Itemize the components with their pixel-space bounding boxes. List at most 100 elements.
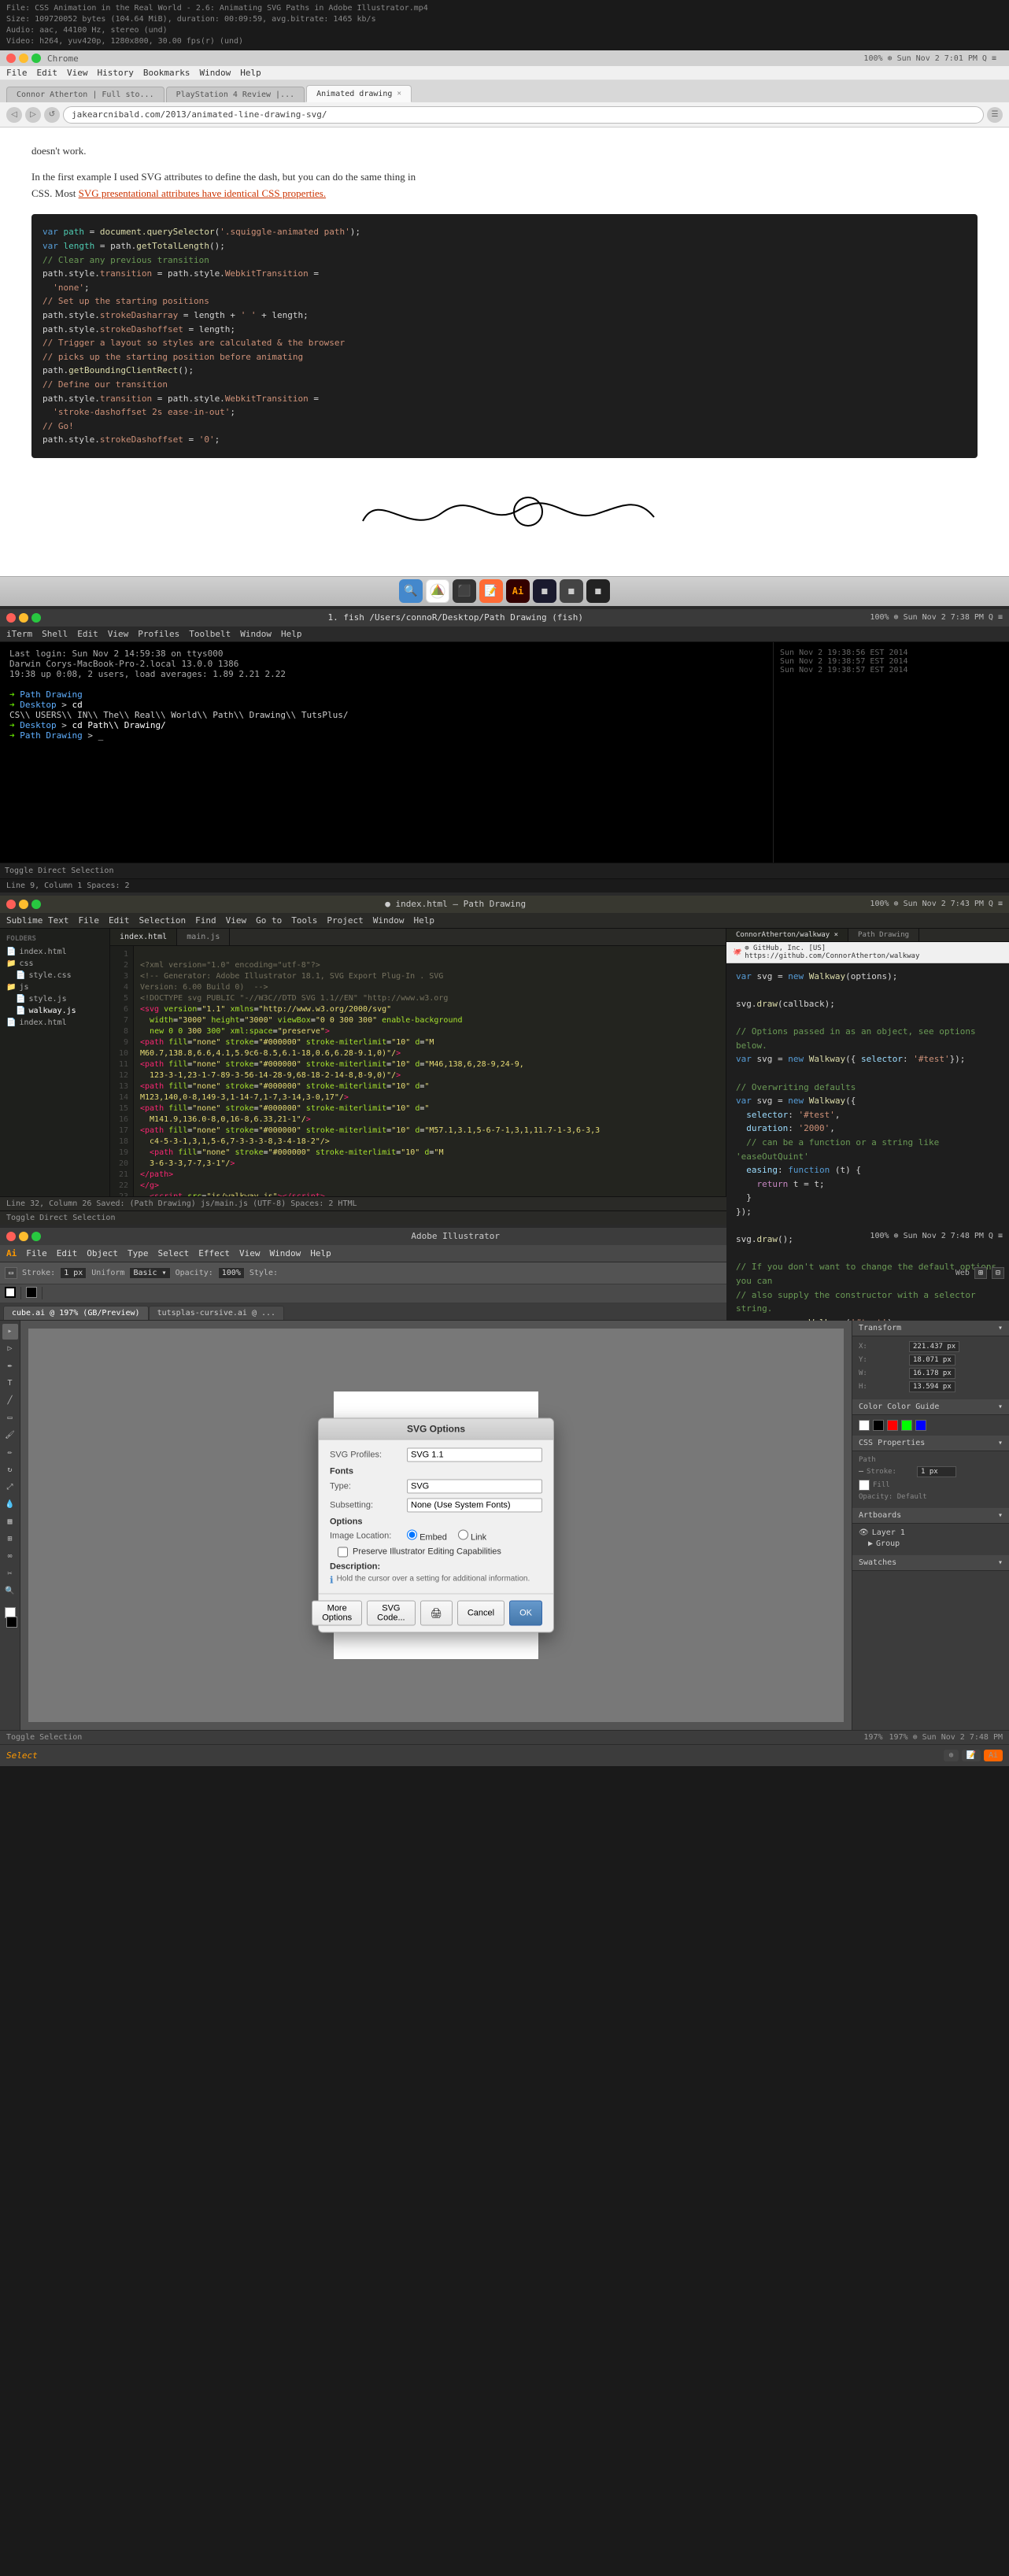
- tool-type[interactable]: T: [2, 1376, 18, 1391]
- iterm-menu-window[interactable]: Window: [240, 629, 272, 639]
- transform-toggle[interactable]: ⊞: [974, 1267, 987, 1279]
- menu-help[interactable]: Help: [413, 915, 434, 926]
- h-value[interactable]: 13.594 px: [909, 1381, 955, 1392]
- menu-window[interactable]: Window: [199, 68, 231, 78]
- more-options-button[interactable]: More Options: [312, 1600, 362, 1625]
- menu-ai-window[interactable]: Window: [270, 1248, 301, 1258]
- layer1-row[interactable]: 👁 Layer 1: [859, 1528, 1003, 1537]
- menu-ai-type[interactable]: Type: [128, 1248, 149, 1258]
- close-button[interactable]: [6, 54, 16, 63]
- menu-view[interactable]: View: [226, 915, 247, 926]
- appearance-collapse[interactable]: ▾: [998, 1439, 1003, 1447]
- sublime-toolbar-label[interactable]: Toggle Direct Selection: [6, 1214, 115, 1222]
- menu-ai-effect[interactable]: Effect: [198, 1248, 230, 1258]
- color-panel-collapse[interactable]: ▾: [998, 1403, 1003, 1411]
- ok-button[interactable]: OK: [509, 1600, 542, 1625]
- swatches-collapse[interactable]: ▾: [998, 1558, 1003, 1567]
- sidebar-item-style-css[interactable]: 📄 style.css: [0, 970, 109, 981]
- refresh-button[interactable]: ↺: [44, 107, 60, 123]
- iterm-menu-help[interactable]: Help: [281, 629, 302, 639]
- sublime-minimize-button[interactable]: [19, 900, 28, 909]
- menu-ai-help[interactable]: Help: [310, 1248, 331, 1258]
- dock-icon-misc1[interactable]: ◼: [533, 579, 556, 603]
- svg-link[interactable]: SVG presentational attributes have ident…: [79, 187, 326, 199]
- fill-color-indicator[interactable]: [5, 1287, 16, 1300]
- tool-select[interactable]: ▸: [2, 1324, 18, 1340]
- tool-pencil[interactable]: ✏: [2, 1445, 18, 1461]
- address-bar[interactable]: jakearcnibald.com/2013/animated-line-dra…: [63, 106, 984, 124]
- right-tab-path-drawing[interactable]: Path Drawing: [848, 929, 919, 941]
- tool-rotate[interactable]: ↻: [2, 1462, 18, 1478]
- layers-collapse[interactable]: ▾: [998, 1511, 1003, 1520]
- ai-doc-tab-tutsplas[interactable]: tutsplas-cursive.ai @ ...: [149, 1306, 285, 1320]
- dock-icon-misc2[interactable]: ◼: [560, 579, 583, 603]
- chrome-tab-2[interactable]: PlayStation 4 Review |...: [166, 87, 305, 102]
- iterm-menu-iterm[interactable]: iTerm: [6, 629, 32, 639]
- iterm-menu-view[interactable]: View: [108, 629, 129, 639]
- iterm-close-button[interactable]: [6, 613, 16, 623]
- menu-project[interactable]: Project: [327, 915, 363, 926]
- menu-file[interactable]: File: [78, 915, 99, 926]
- tool-slice[interactable]: ✂: [2, 1566, 18, 1582]
- green-swatch[interactable]: [901, 1420, 912, 1431]
- x-value[interactable]: 221.437 px: [909, 1341, 959, 1352]
- stroke-box[interactable]: [6, 1617, 17, 1628]
- tool-scale[interactable]: ⤢: [2, 1480, 18, 1495]
- cancel-button[interactable]: Cancel: [457, 1600, 504, 1625]
- editor-area[interactable]: 12345 678910 1112131415 1617181920 21222…: [110, 946, 726, 1196]
- editor-tab-main[interactable]: main.js: [177, 929, 230, 945]
- menu-file[interactable]: File: [6, 68, 28, 78]
- settings-button[interactable]: ☰: [987, 107, 1003, 123]
- ai-doc-tab-cube[interactable]: cube.ai @ 197% (GB/Preview): [3, 1306, 149, 1320]
- tool-line[interactable]: ╱: [2, 1393, 18, 1409]
- editor-tab-index[interactable]: index.html: [110, 929, 177, 945]
- layers-panel-header[interactable]: Artboards ▾: [852, 1508, 1009, 1524]
- sidebar-item-css-folder[interactable]: 📁 css: [0, 958, 109, 970]
- tab-close-icon[interactable]: ✕: [397, 90, 401, 98]
- menu-tools[interactable]: Tools: [291, 915, 317, 926]
- ai-minimize-button[interactable]: [19, 1232, 28, 1241]
- right-tab-github[interactable]: ConnorAtherton/walkway ×: [726, 929, 848, 941]
- ai-bottom-icon-2[interactable]: 📝: [962, 1750, 981, 1761]
- preserve-checkbox[interactable]: [338, 1547, 348, 1557]
- menu-find[interactable]: Find: [195, 915, 216, 926]
- menu-history[interactable]: History: [98, 68, 134, 78]
- menu-ai-view[interactable]: View: [239, 1248, 261, 1258]
- menu-ai-file[interactable]: File: [26, 1248, 47, 1258]
- dock-icon-terminal[interactable]: ⬛: [453, 579, 476, 603]
- y-value[interactable]: 18.071 px: [909, 1355, 955, 1366]
- sidebar-item-index-html-2[interactable]: 📄 index.html: [0, 1017, 109, 1029]
- sidebar-item-index-html[interactable]: 📄 index.html: [0, 946, 109, 958]
- svg-code-button[interactable]: SVG Code...: [367, 1600, 415, 1625]
- color-panel-header[interactable]: Color Color Guide ▾: [852, 1399, 1009, 1415]
- dock-icon-finder[interactable]: 🔍: [399, 579, 423, 603]
- back-button[interactable]: ◁: [6, 107, 22, 123]
- tool-direct-select[interactable]: ▷: [2, 1341, 18, 1357]
- menu-ai[interactable]: Ai: [6, 1248, 17, 1258]
- swatches-panel-header[interactable]: Swatches ▾: [852, 1555, 1009, 1571]
- iterm-left-pane[interactable]: Last login: Sun Nov 2 14:59:38 on ttys00…: [0, 642, 773, 863]
- tool-rect[interactable]: ▭: [2, 1410, 18, 1426]
- tool-rectangle[interactable]: ▭: [5, 1267, 17, 1279]
- embed-radio-input[interactable]: [407, 1529, 417, 1539]
- dock-icon-illustrator[interactable]: Ai: [506, 579, 530, 603]
- dock-icon-chrome[interactable]: [426, 579, 449, 603]
- stroke-value-box[interactable]: 1 px: [60, 1267, 87, 1279]
- sublime-maximize-button[interactable]: [31, 900, 41, 909]
- menu-selection[interactable]: Selection: [139, 915, 186, 926]
- tool-mesh[interactable]: ⊞: [2, 1532, 18, 1547]
- link-radio-input[interactable]: [458, 1529, 468, 1539]
- iterm-maximize-button[interactable]: [31, 613, 41, 623]
- menu-bookmarks[interactable]: Bookmarks: [143, 68, 190, 78]
- sidebar-item-walkway-js[interactable]: 📄 walkway.js: [0, 1005, 109, 1017]
- svg-profiles-select[interactable]: SVG 1.1: [407, 1447, 542, 1462]
- tool-gradient[interactable]: ▦: [2, 1514, 18, 1530]
- forward-button[interactable]: ▷: [25, 107, 41, 123]
- tool-zoom[interactable]: 🔍: [2, 1584, 18, 1599]
- ai-close-button[interactable]: [6, 1232, 16, 1241]
- white-swatch[interactable]: [859, 1420, 870, 1431]
- sidebar-item-style-js[interactable]: 📄 style.js: [0, 993, 109, 1005]
- align-toggle[interactable]: ⊟: [992, 1267, 1004, 1279]
- iterm-menu-toolbelt[interactable]: Toolbelt: [189, 629, 231, 639]
- github-address-bar[interactable]: 🐙 ⊕ GitHub, Inc. [US] https://github.com…: [726, 942, 1009, 963]
